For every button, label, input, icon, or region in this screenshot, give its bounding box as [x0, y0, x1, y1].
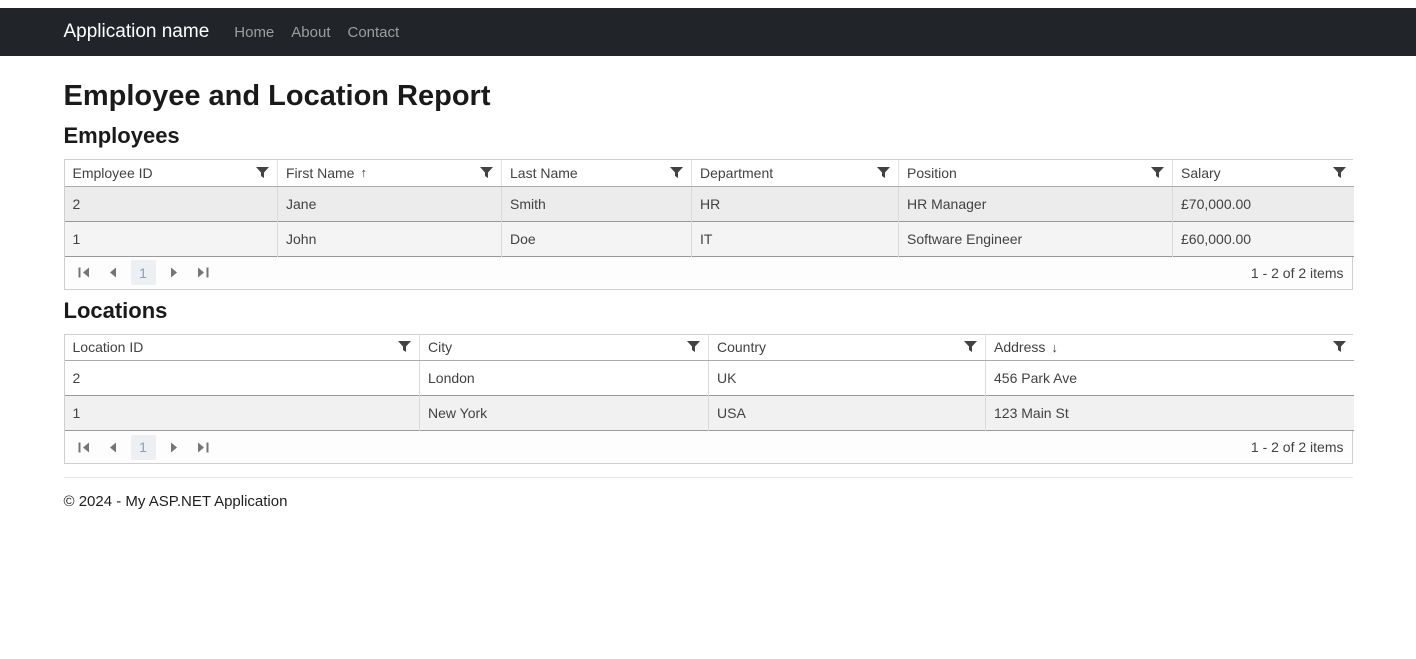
cell-first-name: John	[278, 221, 502, 256]
table-row[interactable]: 2 Jane Smith HR HR Manager £70,000.00	[65, 186, 1354, 221]
employees-header-row: Employee ID First Name ↑	[65, 160, 1354, 186]
cell-country: UK	[709, 361, 986, 396]
locations-table: Location ID City	[65, 335, 1354, 432]
filter-icon[interactable]	[877, 167, 890, 179]
cell-address: 123 Main St	[986, 396, 1354, 431]
nav-links: Home About Contact	[234, 24, 416, 41]
pager-info: 1 - 2 of 2 items	[1251, 439, 1344, 455]
column-header-last-name[interactable]: Last Name	[502, 160, 692, 186]
column-header-address[interactable]: Address ↓	[986, 335, 1354, 361]
filter-icon[interactable]	[398, 341, 411, 353]
column-header-first-name[interactable]: First Name ↑	[278, 160, 502, 186]
locations-grid: Location ID City	[64, 334, 1353, 465]
column-label: Country	[717, 339, 766, 355]
next-page-button[interactable]	[163, 436, 185, 458]
previous-page-button[interactable]	[102, 436, 124, 458]
locations-pager: 1 1 - 2 of 2 items	[65, 431, 1352, 463]
column-header-employee-id[interactable]: Employee ID	[65, 160, 278, 186]
table-row[interactable]: 1 New York USA 123 Main St	[65, 396, 1354, 431]
cell-first-name: Jane	[278, 186, 502, 221]
column-label: City	[428, 339, 452, 355]
filter-icon[interactable]	[1333, 167, 1346, 179]
column-label: Position	[907, 165, 957, 181]
navbar-inner: Application name Home About Contact	[64, 8, 1353, 56]
cell-department: IT	[692, 221, 899, 256]
filter-icon[interactable]	[256, 167, 269, 179]
column-header-department[interactable]: Department	[692, 160, 899, 186]
locations-heading: Locations	[64, 298, 1353, 324]
column-header-country[interactable]: Country	[709, 335, 986, 361]
cell-salary: £60,000.00	[1173, 221, 1354, 256]
first-page-button[interactable]	[73, 262, 95, 284]
employees-pager: 1 1 - 2 of 2 items	[65, 257, 1352, 289]
nav-link-home[interactable]: Home	[234, 24, 274, 41]
filter-icon[interactable]	[964, 341, 977, 353]
cell-employee-id: 1	[65, 221, 278, 256]
next-page-button[interactable]	[163, 262, 185, 284]
nav-link-contact[interactable]: Contact	[347, 24, 399, 41]
cell-last-name: Smith	[502, 186, 692, 221]
page-title: Employee and Location Report	[64, 80, 1353, 113]
column-label: Address	[994, 339, 1045, 355]
sort-ascending-icon: ↑	[360, 165, 367, 180]
cell-city: London	[420, 361, 709, 396]
column-label: Last Name	[510, 165, 578, 181]
footer-copyright: © 2024 - My ASP.NET Application	[64, 493, 1353, 510]
cell-last-name: Doe	[502, 221, 692, 256]
top-strip	[0, 0, 1416, 8]
sort-descending-icon: ↓	[1051, 340, 1058, 355]
employees-table: Employee ID First Name ↑	[65, 160, 1354, 257]
first-page-button[interactable]	[73, 436, 95, 458]
cell-salary: £70,000.00	[1173, 186, 1354, 221]
column-header-salary[interactable]: Salary	[1173, 160, 1354, 186]
current-page-button[interactable]: 1	[131, 260, 156, 285]
last-page-button[interactable]	[192, 262, 214, 284]
cell-address: 456 Park Ave	[986, 361, 1354, 396]
employees-grid: Employee ID First Name ↑	[64, 159, 1353, 290]
column-header-location-id[interactable]: Location ID	[65, 335, 420, 361]
cell-position: HR Manager	[899, 186, 1173, 221]
app-brand-link[interactable]: Application name	[64, 21, 210, 43]
cell-employee-id: 2	[65, 186, 278, 221]
employees-heading: Employees	[64, 123, 1353, 149]
cell-position: Software Engineer	[899, 221, 1173, 256]
column-label: Department	[700, 165, 773, 181]
cell-location-id: 1	[65, 396, 420, 431]
main-content: Employee and Location Report Employees E…	[64, 80, 1353, 510]
cell-city: New York	[420, 396, 709, 431]
current-page-button[interactable]: 1	[131, 435, 156, 460]
locations-header-row: Location ID City	[65, 335, 1354, 361]
column-label: First Name	[286, 165, 354, 181]
filter-icon[interactable]	[1151, 167, 1164, 179]
filter-icon[interactable]	[670, 167, 683, 179]
employees-section: Employees Employee ID	[64, 123, 1353, 290]
locations-section: Locations Location ID	[64, 298, 1353, 465]
column-label: Location ID	[73, 339, 144, 355]
navbar: Application name Home About Contact	[0, 8, 1416, 56]
cell-location-id: 2	[65, 361, 420, 396]
cell-country: USA	[709, 396, 986, 431]
column-header-position[interactable]: Position	[899, 160, 1173, 186]
previous-page-button[interactable]	[102, 262, 124, 284]
filter-icon[interactable]	[1333, 341, 1346, 353]
column-label: Salary	[1181, 165, 1221, 181]
pager-info: 1 - 2 of 2 items	[1251, 265, 1344, 281]
filter-icon[interactable]	[480, 167, 493, 179]
table-row[interactable]: 2 London UK 456 Park Ave	[65, 361, 1354, 396]
table-row[interactable]: 1 John Doe IT Software Engineer £60,000.…	[65, 221, 1354, 256]
column-label: Employee ID	[73, 165, 153, 181]
nav-link-about[interactable]: About	[291, 24, 330, 41]
column-header-city[interactable]: City	[420, 335, 709, 361]
filter-icon[interactable]	[687, 341, 700, 353]
cell-department: HR	[692, 186, 899, 221]
last-page-button[interactable]	[192, 436, 214, 458]
footer-divider	[64, 477, 1353, 478]
